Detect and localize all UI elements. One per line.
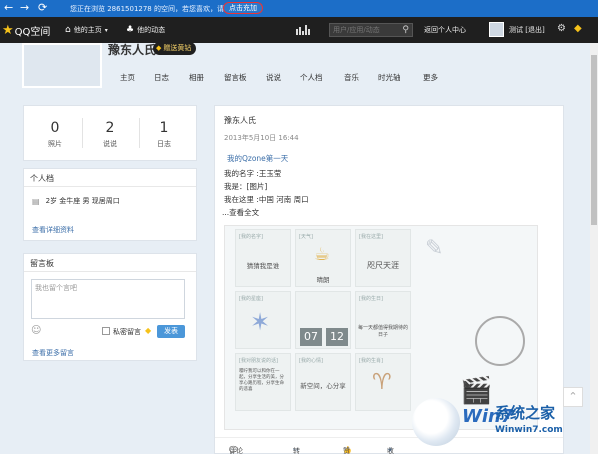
- logout-link[interactable]: [退出]: [525, 26, 544, 34]
- guestbook-tools: ☺ 私密留言 ◆ 发表: [31, 325, 185, 339]
- divider: [82, 118, 83, 148]
- tab-timeline[interactable]: 时光轴: [378, 72, 401, 83]
- image-cell: [我的生日] 每一天都值得我期待的日子: [355, 291, 411, 349]
- tab-more[interactable]: 更多: [423, 72, 438, 83]
- view-more-messages-link[interactable]: 查看更多留言: [32, 348, 74, 358]
- private-label: 私密留言: [113, 328, 141, 336]
- image-cell: [我的名字] 猜猜我是谁: [235, 229, 291, 287]
- watermark-brand: 系统之家: [495, 404, 556, 422]
- tab-album[interactable]: 相册: [189, 72, 204, 83]
- letters-decoration: ✎: [425, 236, 444, 261]
- feed-time: 2013年5月10日 16:44: [224, 134, 299, 142]
- search-icon[interactable]: ⚲: [402, 25, 409, 35]
- back-to-center-link[interactable]: 返回个人中心: [424, 25, 466, 35]
- sheep-icon: ♈: [372, 370, 392, 395]
- image-cell: [天气] ☕ 晴朗: [295, 229, 351, 287]
- blog-count[interactable]: 1: [149, 120, 179, 136]
- date-month: 07: [300, 328, 322, 346]
- feed-icon: ♣: [126, 25, 135, 35]
- feed-author[interactable]: 豫东人氏: [224, 115, 256, 126]
- read-more-link[interactable]: ...查看全文: [222, 207, 259, 218]
- signal-bars-icon[interactable]: [296, 25, 318, 35]
- private-checkbox[interactable]: [102, 327, 110, 335]
- tab-music[interactable]: 音乐: [344, 72, 359, 83]
- photo-count[interactable]: 0: [40, 120, 70, 136]
- diamond-icon: ◆: [145, 326, 152, 335]
- tab-blog[interactable]: 日志: [154, 72, 169, 83]
- feed-title[interactable]: 我的Qzone第一天: [227, 153, 288, 164]
- tab-shuoshuo[interactable]: 说说: [266, 72, 281, 83]
- scrollbar[interactable]: [590, 43, 598, 454]
- top-notice-bar: ← → ⟳ 您正在浏览 2861501278 的空间，若您喜欢，请 点击充加: [0, 0, 598, 17]
- shuoshuo-label: 说说: [103, 140, 117, 148]
- windows-logo-icon: [412, 398, 460, 446]
- refresh-icon[interactable]: ⟳: [38, 2, 47, 14]
- gear-icon[interactable]: ⚙: [557, 23, 566, 34]
- date-day: 12: [326, 328, 348, 346]
- user-avatar[interactable]: [489, 22, 504, 37]
- coffee-cup-icon: ☕: [314, 244, 331, 265]
- user-name: 测试 [退出]: [509, 26, 545, 34]
- gem-icon: ◆: [156, 44, 162, 52]
- zodiac-icon: ✶: [250, 308, 271, 336]
- diamond-icon[interactable]: ◆: [574, 23, 582, 34]
- id-card-icon: ▤: [32, 196, 40, 206]
- personal-card: 个人档 ▤ 2岁 金牛座 男 现居周口 查看详细资料: [23, 168, 197, 241]
- his-feed-link[interactable]: ♣ 他的动态: [126, 25, 165, 35]
- feed-line: 我在这里 :中国 河南 周口: [224, 195, 309, 204]
- visit-notice: 您正在浏览 2861501278 的空间，若您喜欢，请: [70, 5, 224, 13]
- scrollbar-thumb[interactable]: [591, 55, 597, 225]
- search-input[interactable]: [330, 24, 398, 36]
- watermark: Win7 系统之家 Winwin7.com: [400, 392, 590, 452]
- chevron-down-icon: ▾: [104, 26, 108, 34]
- feed-line: 我的名字 :王玉莹: [224, 169, 282, 178]
- view-details-link[interactable]: 查看详细资料: [32, 225, 74, 235]
- divider: [139, 118, 140, 148]
- card-title: 个人档: [30, 174, 54, 183]
- emoji-icon[interactable]: ☺: [31, 325, 41, 336]
- guestbook-card: 留言板 我也留个言吧 ☺ 私密留言 ◆ 发表 查看更多留言: [23, 253, 197, 361]
- profile-avatar[interactable]: [22, 43, 102, 88]
- watermark-url: Winwin7.com: [495, 425, 563, 435]
- image-cell: [我的星座] ✶: [235, 291, 291, 349]
- submit-button[interactable]: 发表: [157, 325, 185, 338]
- stats-card: 0 照片 2 说说 1 日志: [23, 105, 197, 161]
- personal-info: ▤ 2岁 金牛座 男 现居周口: [32, 196, 120, 206]
- qzone-navbar: ★ QQ空间 ⌂ 他的主页 ▾ ♣ 他的动态 ⚲ 返回个人中心 测试 [退出] …: [0, 17, 598, 43]
- photo-label: 照片: [48, 140, 62, 148]
- card-title: 留言板: [30, 259, 54, 268]
- image-cell: [我的心情] 新空间，心分享: [295, 353, 351, 411]
- back-arrow-icon[interactable]: ←: [4, 2, 13, 14]
- tab-profile[interactable]: 个人档: [300, 72, 323, 83]
- his-home-menu[interactable]: ⌂ 他的主页 ▾: [65, 25, 108, 35]
- feed-line: 我是：[图片]: [224, 182, 268, 191]
- gift-vip-badge[interactable]: ◆ 赠送黄钻: [153, 42, 197, 55]
- tab-guestbook[interactable]: 留言板: [224, 72, 247, 83]
- blog-label: 日志: [157, 140, 171, 148]
- join-button[interactable]: 点击充加: [223, 2, 263, 14]
- image-cell: 07 12: [295, 291, 351, 349]
- forward-arrow-icon[interactable]: →: [20, 2, 29, 14]
- qzone-logo[interactable]: ★ QQ空间: [2, 22, 50, 38]
- image-cell: [我在这里] 咫尺天涯: [355, 229, 411, 287]
- image-cell: [我对朋友说的话] 嘤咛我可以和你在一起，分享生活的美，分享心路历程，分享生命的…: [235, 353, 291, 411]
- home-icon: ⌂: [65, 25, 71, 35]
- guestbook-textarea[interactable]: 我也留个言吧: [31, 279, 185, 319]
- tab-home[interactable]: 主页: [120, 72, 135, 83]
- search-box: ⚲: [329, 23, 413, 37]
- star-logo-icon: ★: [2, 22, 14, 38]
- profile-name: 豫东人氏: [108, 43, 157, 57]
- cartoon-face-decoration: [475, 316, 525, 366]
- shuoshuo-count[interactable]: 2: [95, 120, 125, 136]
